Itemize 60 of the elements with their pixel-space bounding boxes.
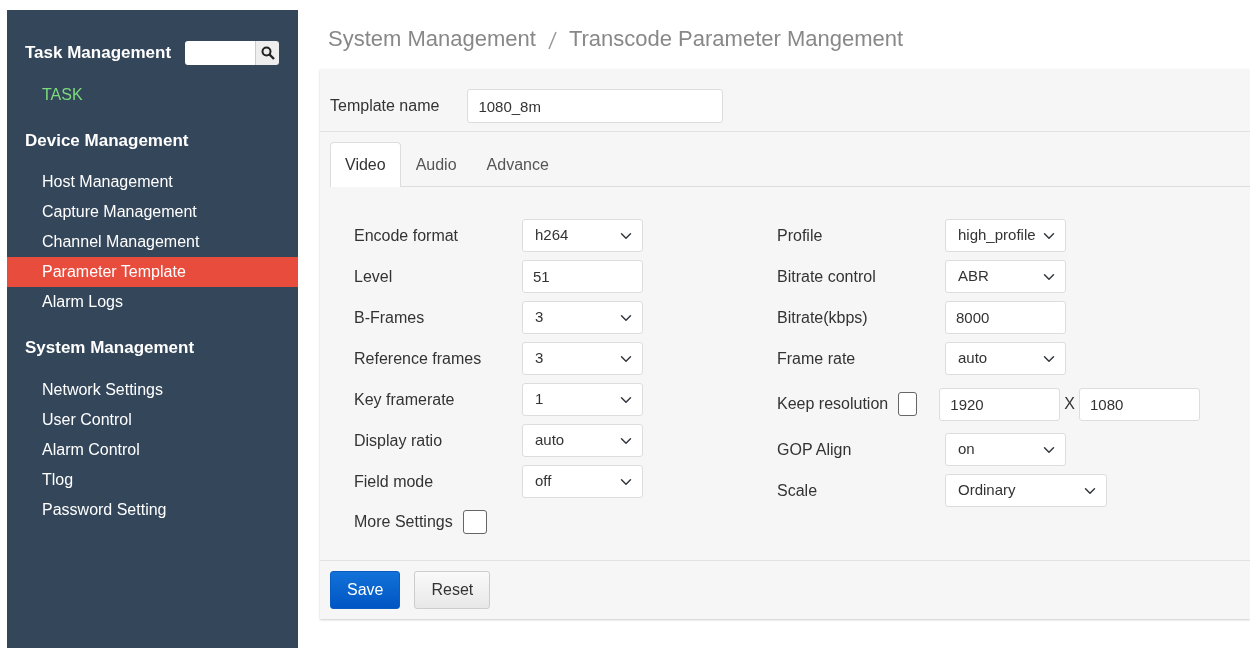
field-label: Bitrate(kbps) (777, 307, 869, 328)
field-label: Template name (330, 96, 440, 116)
field-label: GOP Align (777, 439, 853, 460)
search-field[interactable] (185, 40, 256, 65)
separator-label: X (1064, 394, 1075, 414)
slash-icon (547, 29, 557, 52)
field-label: Key framerate (354, 389, 456, 410)
checkbox[interactable] (898, 392, 918, 416)
sidebar-item[interactable]: Capture Management (7, 197, 298, 227)
checkbox[interactable] (462, 510, 487, 534)
dropdown[interactable]: h264 (522, 219, 643, 252)
dropdown[interactable]: 3 (522, 301, 643, 334)
sidebar-item[interactable]: Channel Management (7, 227, 298, 257)
sidebar-item[interactable]: User Control (7, 404, 298, 435)
field-label: Encode format (354, 225, 460, 246)
dropdown[interactable]: auto (945, 342, 1066, 375)
text-field[interactable]: 1920 (939, 387, 1061, 421)
sidebar-item[interactable]: Host Management (7, 167, 298, 197)
section-title: Task Management (24, 42, 172, 64)
field-label: B-Frames (354, 307, 426, 328)
section-title: System Management (24, 337, 195, 359)
tab[interactable]: Advance (471, 142, 564, 187)
dropdown[interactable]: 3 (522, 342, 643, 375)
text-field[interactable]: 51 (522, 260, 643, 293)
save-button[interactable]: Save (330, 571, 401, 609)
text-field[interactable]: 8000 (945, 301, 1066, 334)
field-label: Keep resolution (777, 394, 889, 414)
text-field[interactable]: 1080 (1079, 387, 1200, 421)
sidebar-item[interactable]: Parameter Template (7, 257, 298, 287)
sidebar-item[interactable]: Alarm Logs (7, 287, 298, 317)
dropdown[interactable]: ABR (945, 260, 1066, 293)
text-field[interactable]: 1080_8m (467, 89, 724, 123)
dropdown[interactable]: Ordinary (945, 474, 1107, 507)
field-label: Level (354, 266, 394, 287)
search-button[interactable] (255, 40, 280, 65)
search-icon (260, 45, 275, 60)
breadcrumb-item: System Management (328, 25, 536, 53)
field-label: Bitrate control (777, 266, 877, 287)
tab[interactable]: Video (330, 142, 401, 187)
sidebar-item[interactable]: Password Setting (7, 494, 298, 525)
field-label: Display ratio (354, 430, 444, 451)
sidebar-item[interactable]: TASK (7, 79, 298, 110)
field-label: Field mode (354, 471, 435, 492)
field-label: Reference frames (354, 348, 483, 369)
dropdown[interactable]: on (945, 433, 1066, 466)
reset-button[interactable]: Reset (414, 571, 491, 609)
field-label: Frame rate (777, 348, 857, 369)
field-label: Profile (777, 225, 824, 246)
breadcrumb-item: Transcode Parameter Mangement (568, 25, 904, 53)
dropdown[interactable]: 1 (522, 383, 643, 416)
field-label: More Settings (354, 512, 453, 532)
sidebar-item[interactable]: Network Settings (7, 374, 298, 405)
sidebar-item[interactable]: Tlog (7, 464, 298, 495)
sidebar-item[interactable]: Alarm Control (7, 434, 298, 465)
dropdown[interactable]: auto (522, 424, 643, 457)
dropdown[interactable]: off (522, 465, 643, 498)
field-label: Scale (777, 480, 819, 501)
dropdown[interactable]: high_profile (945, 219, 1066, 252)
tab[interactable]: Audio (400, 142, 472, 187)
section-title: Device Management (24, 129, 189, 152)
